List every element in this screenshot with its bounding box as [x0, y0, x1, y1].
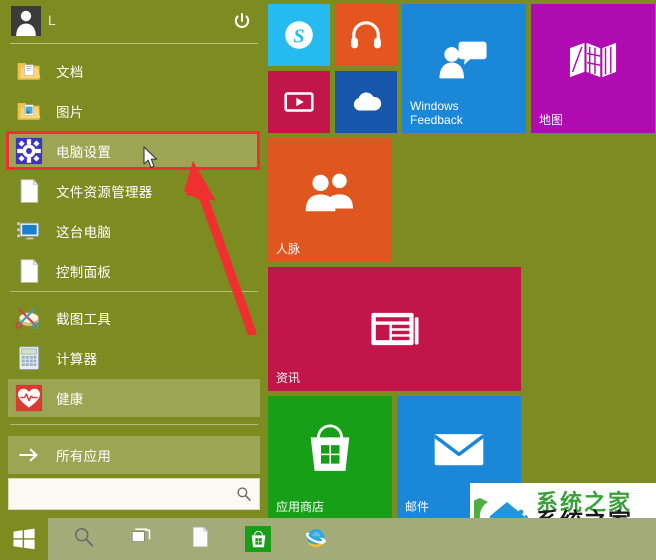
- menu-item-0[interactable]: 文档: [8, 52, 260, 90]
- internet-explorer-icon: [304, 525, 328, 554]
- menu-item-1[interactable]: 图片: [8, 92, 260, 130]
- search-input[interactable]: [9, 479, 229, 509]
- search-box[interactable]: [8, 478, 260, 510]
- gear-settings-icon: [14, 136, 44, 166]
- tile-label: 人脉: [276, 242, 301, 256]
- arrow-right-icon: [14, 440, 44, 470]
- headphones-music-icon: [335, 4, 397, 66]
- menu-item-7[interactable]: 计算器: [8, 339, 260, 377]
- start-menu-screen: L 文档图片电脑设置文件资源管理器 这台电脑控制面板截图工具计算器健康所有应用 S…: [0, 0, 656, 560]
- tile-windows-feedback[interactable]: Windows Feedback: [402, 4, 526, 133]
- menu-item-label: 这台电脑: [56, 225, 112, 240]
- tile-label: 地图: [539, 113, 564, 127]
- file-explorer-icon: [14, 176, 44, 206]
- start-menu-tiles-panel: S Windows Feedback 地图人脉资讯应用商店 邮件: [268, 4, 655, 520]
- menu-item-4[interactable]: 这台电脑: [8, 212, 260, 250]
- windows-logo-icon[interactable]: [0, 518, 48, 560]
- menu-item-label: 健康: [56, 392, 84, 407]
- tile-maps[interactable]: 地图: [531, 4, 655, 133]
- search-magnifier-icon[interactable]: [229, 479, 259, 509]
- person-avatar-icon[interactable]: [11, 6, 41, 36]
- control-panel-icon: [14, 256, 44, 286]
- store-bag-icon: [245, 526, 271, 552]
- tile-skype[interactable]: S: [268, 4, 330, 66]
- menu-item-label: 文件资源管理器: [56, 185, 153, 200]
- taskbar-search[interactable]: [60, 518, 108, 560]
- tile-music[interactable]: [335, 4, 397, 66]
- snipping-tool-scissors-icon: [14, 303, 44, 333]
- skype-icon: S: [268, 4, 330, 66]
- health-heart-icon: [14, 383, 44, 413]
- search-magnifier-icon: [72, 525, 96, 554]
- calculator-icon: [14, 343, 44, 373]
- menu-item-5[interactable]: 控制面板: [8, 252, 260, 290]
- menu-item-6[interactable]: 截图工具: [8, 299, 260, 337]
- menu-item-8[interactable]: 健康: [8, 379, 260, 417]
- cloud-onedrive-icon: [335, 71, 397, 133]
- video-play-icon: [268, 71, 330, 133]
- folder-pictures-icon: [14, 96, 44, 126]
- power-icon[interactable]: [230, 9, 254, 33]
- taskbar-internet-explorer[interactable]: [292, 518, 340, 560]
- menu-item-2[interactable]: 电脑设置: [8, 132, 260, 170]
- divider: [10, 291, 258, 292]
- start-menu-left-panel: L 文档图片电脑设置文件资源管理器 这台电脑控制面板截图工具计算器健康所有应用: [0, 0, 264, 518]
- tile-store[interactable]: 应用商店: [268, 396, 392, 520]
- this-pc-monitor-icon: [14, 216, 44, 246]
- menu-item-label: 所有应用: [56, 449, 112, 464]
- taskbar: [0, 518, 656, 560]
- tile-label: 资讯: [276, 371, 301, 385]
- taskbar-store[interactable]: [234, 518, 282, 560]
- menu-item-label: 电脑设置: [56, 145, 112, 160]
- menu-item-label: 控制面板: [56, 265, 112, 280]
- divider: [10, 43, 258, 44]
- folder-documents-icon: [14, 56, 44, 86]
- menu-item-label: 文档: [56, 65, 84, 80]
- taskbar-file-explorer[interactable]: [176, 518, 224, 560]
- tile-news[interactable]: 资讯: [268, 267, 521, 391]
- file-explorer-icon: [188, 525, 212, 554]
- tile-onedrive[interactable]: [335, 71, 397, 133]
- menu-item-9[interactable]: 所有应用: [8, 436, 260, 474]
- menu-item-label: 计算器: [56, 352, 98, 367]
- tile-label: 邮件: [405, 500, 430, 514]
- tile-people[interactable]: 人脉: [268, 138, 392, 262]
- menu-item-label: 截图工具: [56, 312, 112, 327]
- news-paper-icon: [268, 267, 521, 391]
- task-view-icon: [130, 525, 154, 554]
- menu-item-3[interactable]: 文件资源管理器: [8, 172, 260, 210]
- tile-label: 应用商店: [276, 500, 325, 514]
- svg-text:S: S: [293, 25, 304, 47]
- taskbar-task-view[interactable]: [118, 518, 166, 560]
- user-name-label: L: [48, 12, 56, 28]
- tile-video[interactable]: [268, 71, 330, 133]
- menu-item-label: 图片: [56, 105, 84, 120]
- divider: [10, 424, 258, 425]
- user-account-row[interactable]: L: [0, 0, 264, 42]
- tile-label: Windows Feedback: [410, 99, 463, 127]
